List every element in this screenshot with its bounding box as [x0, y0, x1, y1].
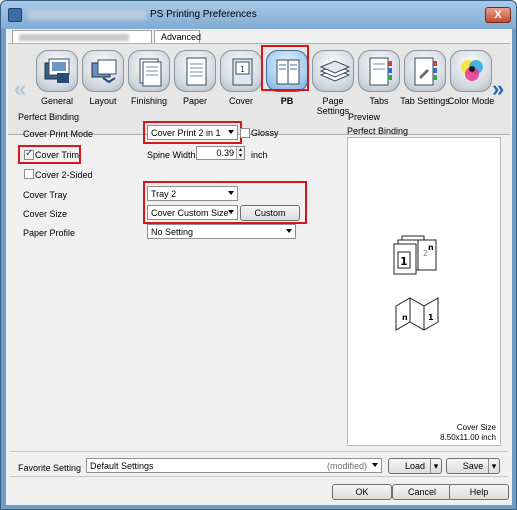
help-button[interactable]: Help	[449, 484, 509, 500]
spinner-arrows-icon[interactable]: ▲ ▼	[236, 147, 244, 159]
svg-text:n: n	[428, 243, 434, 252]
tab-printer-name[interactable]	[12, 30, 152, 44]
spine-width-unit: inch	[251, 150, 268, 160]
cover-tray-label: Cover Tray	[23, 190, 68, 200]
favorite-modified-text: (modified)	[326, 461, 367, 471]
preview-cover-size-value: 8.50x11.00 inch	[440, 433, 496, 442]
dialog-client: Advanced « General Layout Finishing Pape…	[6, 29, 512, 505]
close-button[interactable]: X	[485, 7, 511, 23]
preview-title: Perfect Binding	[347, 126, 409, 136]
ok-button[interactable]: OK	[332, 484, 392, 500]
iconbar-label: Color Mode	[447, 96, 495, 106]
paper-profile-label: Paper Profile	[23, 228, 76, 238]
title-bar: PS Printing Preferences X	[1, 1, 516, 29]
glossy-label: Glossy	[251, 128, 279, 138]
preview-area: 1 2 n n 1 Cover Size 8.50x11.00 inch	[347, 137, 501, 446]
svg-text:n: n	[402, 313, 408, 322]
cancel-button[interactable]: Cancel	[392, 484, 452, 500]
cover-icon: 1	[220, 50, 262, 92]
svg-text:1: 1	[428, 313, 434, 322]
favorite-setting-select[interactable]: Default Settings (modified)	[86, 458, 382, 473]
save-dropdown-chevron-icon[interactable]: ▾	[488, 459, 499, 473]
iconbar-item-cover[interactable]: 1 Cover	[219, 50, 263, 130]
chevron-down-icon	[372, 463, 378, 467]
cover-2sided-label: Cover 2-Sided	[35, 170, 93, 180]
paper-profile-select[interactable]: No Setting	[147, 224, 296, 239]
paper-profile-value: No Setting	[151, 227, 194, 237]
save-button-label: Save	[462, 461, 484, 471]
cover-print-mode-highlight-box	[143, 121, 242, 144]
finishing-icon	[128, 50, 170, 92]
color-mode-icon	[450, 50, 492, 92]
iconbar-item-tab-settings[interactable]: Tab Settings	[400, 50, 450, 130]
printer-app-icon	[8, 8, 22, 22]
tab-advanced[interactable]: Advanced	[154, 30, 201, 44]
spine-width-spinner[interactable]: 0.39 ▲ ▼	[196, 146, 245, 160]
paper-icon	[174, 50, 216, 92]
iconbar-item-layout[interactable]: Layout	[81, 50, 125, 130]
pb-highlight-box	[261, 45, 309, 91]
load-button[interactable]: Load ▾	[388, 458, 442, 474]
favorite-setting-value: Default Settings	[90, 461, 154, 471]
tray-size-highlight-box	[143, 181, 307, 224]
layout-icon	[82, 50, 124, 92]
load-dropdown-chevron-icon[interactable]: ▾	[430, 459, 441, 473]
spine-width-value: 0.39	[216, 148, 234, 158]
favorite-setting-label: Favorite Setting	[18, 463, 82, 473]
glossy-checkbox[interactable]	[240, 128, 250, 138]
page-settings-icon	[312, 50, 354, 92]
cover-print-mode-label: Cover Print Mode	[23, 129, 94, 139]
preview-cover-size-label: Cover Size	[456, 423, 496, 432]
tab-strip: Advanced	[6, 29, 512, 44]
blurred-tab-label	[19, 34, 129, 41]
save-button[interactable]: Save ▾	[446, 458, 500, 474]
perfect-binding-preview-image: 1 2 n n 1	[393, 235, 439, 331]
printing-preferences-window: PS Printing Preferences X Advanced « Gen…	[0, 0, 517, 510]
load-button-label: Load	[404, 461, 426, 471]
cover-2sided-checkbox[interactable]	[24, 169, 34, 179]
scroll-left-chevron-icon[interactable]: «	[14, 76, 26, 102]
tabs-icon	[358, 50, 400, 92]
blurred-printer-name	[28, 10, 146, 20]
preview-cover-size: Cover Size 8.50x11.00 inch	[440, 423, 496, 443]
tab-settings-icon	[404, 50, 446, 92]
chevron-down-icon	[286, 229, 292, 233]
iconbar-item-color-mode[interactable]: Color Mode	[448, 50, 494, 130]
favorite-divider	[10, 451, 508, 452]
iconbar-item-paper[interactable]: Paper	[173, 50, 217, 130]
perfect-binding-group-label: Perfect Binding	[18, 112, 80, 122]
window-title: PS Printing Preferences	[150, 9, 257, 20]
scroll-right-chevron-icon[interactable]: »	[492, 76, 504, 102]
svg-text:1: 1	[400, 255, 408, 268]
cover-trim-highlight-box	[18, 145, 81, 164]
svg-text:1: 1	[240, 65, 245, 74]
preview-group-label: Preview	[348, 112, 381, 122]
function-icon-bar: « General Layout Finishing Paper 1 Cover…	[8, 43, 510, 135]
general-icon	[36, 50, 78, 92]
cover-size-label: Cover Size	[23, 209, 68, 219]
bottom-divider	[10, 476, 508, 477]
iconbar-item-finishing[interactable]: Finishing	[127, 50, 171, 130]
spine-width-label: Spine Width	[147, 150, 196, 160]
